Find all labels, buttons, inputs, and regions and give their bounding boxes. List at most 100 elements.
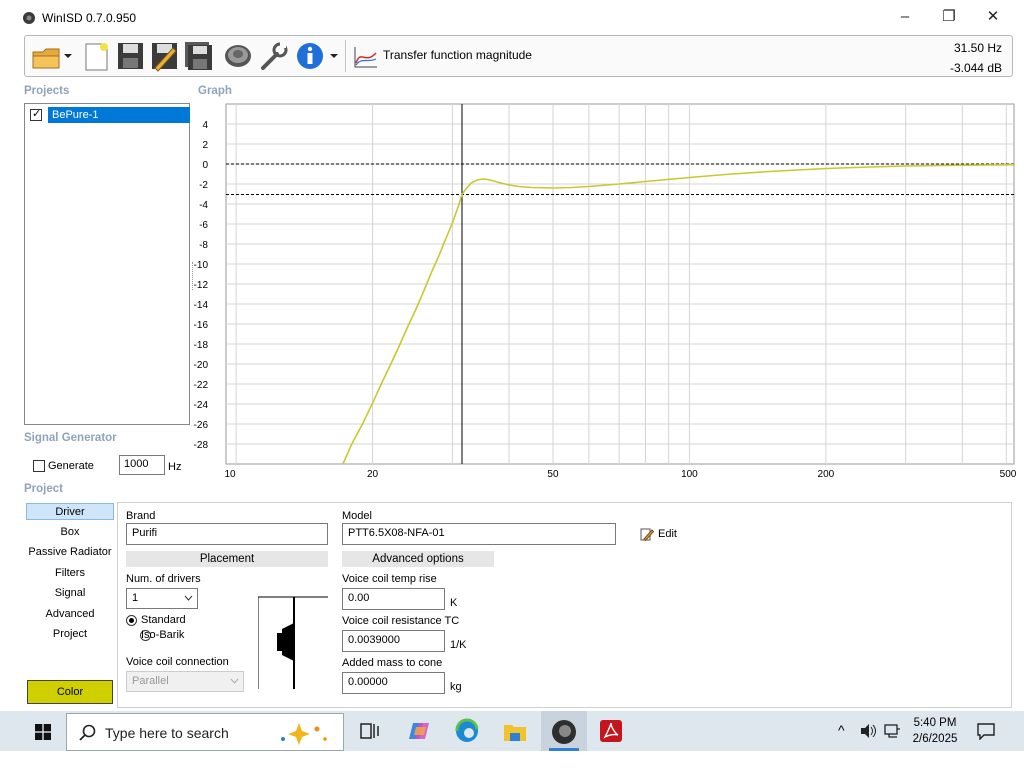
search-placeholder: Type here to search — [105, 725, 229, 741]
close-button[interactable]: ✕ — [977, 6, 1009, 28]
y-tick-label: -8 — [199, 240, 208, 251]
info-icon[interactable] — [295, 40, 325, 72]
chevron-down-icon — [184, 595, 193, 601]
added-mass-unit: kg — [450, 681, 462, 693]
network-icon[interactable] — [883, 723, 901, 739]
driver-placement-diagram — [258, 596, 328, 689]
y-tick-label: -14 — [194, 300, 208, 311]
edit-button[interactable]: Edit — [640, 526, 684, 544]
tab-passive-radiator[interactable]: Passive Radiator — [26, 544, 114, 561]
project-item-label[interactable]: BePure-1 — [48, 107, 190, 123]
standard-label: Standard — [141, 614, 186, 626]
tab-box[interactable]: Box — [26, 524, 114, 541]
volume-icon[interactable] — [859, 723, 877, 739]
model-field[interactable]: PTT6.5X08-NFA-01 — [342, 523, 616, 545]
vc-resistance-tc-input[interactable]: 0.0039000 — [342, 630, 445, 652]
brand-field[interactable]: Purifi — [126, 523, 328, 545]
y-tick-label: 0 — [202, 160, 208, 171]
new-document-icon[interactable] — [81, 40, 111, 72]
tab-advanced[interactable]: Advanced — [26, 606, 114, 623]
y-tick-label: -16 — [194, 320, 208, 331]
vc-temp-rise-input[interactable]: 0.00 — [342, 588, 445, 610]
speaker-icon[interactable] — [223, 40, 253, 72]
graph-icon[interactable] — [353, 45, 379, 69]
app-speaker-icon — [23, 12, 35, 24]
y-tick-label: -20 — [194, 360, 208, 371]
project-item[interactable]: BePure-1 — [28, 107, 190, 123]
clock-date: 2/6/2025 — [912, 733, 958, 745]
wrench-icon[interactable] — [259, 40, 289, 72]
window-title: WinISD 0.7.0.950 — [42, 11, 137, 25]
transfer-function-graph[interactable]: 420-2-4-6-8-10-12-14-16-18-20-22-24-26-2… — [194, 102, 1016, 480]
tab-project[interactable]: Project — [26, 626, 114, 643]
toolbar-separator — [345, 40, 346, 72]
chevron-down-icon[interactable] — [63, 51, 73, 61]
cursor-level-readout: -3.044 dB — [949, 61, 1002, 75]
brand-label: Brand — [126, 510, 156, 522]
search-highlight-icon — [281, 723, 327, 745]
projects-header: Projects — [24, 85, 70, 97]
save-all-icon[interactable] — [183, 40, 213, 72]
signal-generator-header: Signal Generator — [24, 432, 117, 444]
notification-icon[interactable] — [976, 722, 996, 740]
x-tick-label: 20 — [367, 469, 379, 480]
vc-connection-label: Voice coil connection — [126, 656, 229, 668]
edit-label: Edit — [658, 528, 677, 540]
save-icon[interactable] — [115, 40, 145, 72]
num-drivers-select[interactable]: 1 — [126, 588, 198, 609]
vc-temp-rise-label: Voice coil temp rise — [342, 573, 437, 585]
save-as-icon[interactable] — [149, 40, 179, 72]
winisd-taskbar-button[interactable] — [541, 711, 587, 751]
open-folder-icon[interactable] — [31, 40, 61, 72]
driver-panel: Brand Purifi Model PTT6.5X08-NFA-01 Edit… — [117, 502, 1012, 708]
generate-checkbox[interactable] — [33, 460, 45, 472]
y-tick-label: -22 — [194, 380, 208, 391]
chevron-up-icon[interactable]: ^ — [838, 722, 845, 738]
clock-time: 5:40 PM — [913, 717, 957, 729]
tab-filters[interactable]: Filters — [26, 565, 114, 582]
y-tick-label: -12 — [194, 280, 208, 291]
y-tick-label: -26 — [194, 420, 208, 431]
taskbar-search-box[interactable]: Type here to search — [66, 713, 344, 751]
minimize-button[interactable]: – — [889, 6, 921, 28]
cursor-frequency-readout: 31.50 Hz — [953, 41, 1002, 55]
screen-bottom-margin — [0, 751, 1024, 784]
x-tick-label: 10 — [224, 469, 236, 480]
acrobat-reader-icon[interactable] — [596, 717, 626, 745]
added-mass-input[interactable]: 0.00000 — [342, 672, 445, 694]
task-view-icon[interactable] — [355, 717, 385, 745]
edge-browser-icon[interactable] — [452, 717, 482, 745]
x-tick-label: 50 — [547, 469, 559, 480]
project-visible-checkbox[interactable] — [30, 107, 42, 121]
generate-label: Generate — [48, 460, 94, 472]
vc-resistance-tc-label: Voice coil resistance TC — [342, 615, 460, 627]
graph-selector[interactable]: Transfer function magnitude — [383, 48, 532, 62]
generator-frequency-input[interactable]: 1000 — [119, 455, 165, 475]
chevron-down-icon — [230, 678, 239, 684]
vc-temp-rise-unit: K — [450, 597, 458, 609]
y-tick-label: -24 — [194, 400, 208, 411]
y-tick-label: -28 — [194, 440, 208, 451]
standard-radio[interactable] — [126, 615, 137, 626]
graph-header: Graph — [198, 85, 232, 97]
y-axis-labels: 4 2 0 -2 -4 -6 -8 -10 -12 -14 -16 -18 -20 -22 -24 -26 -2… — [194, 120, 208, 451]
title-bar: WinISD 0.7.0.950 – ❐ ✕ — [0, 0, 1024, 34]
maximize-button[interactable]: ❐ — [933, 6, 965, 28]
windows-start-icon[interactable] — [35, 724, 51, 740]
copilot-icon[interactable] — [405, 717, 435, 745]
toolbar: Transfer function magnitude 31.50 Hz -3.… — [24, 35, 1013, 77]
file-explorer-icon[interactable] — [500, 717, 530, 745]
color-button[interactable]: Color — [27, 680, 113, 704]
vc-connection-select[interactable]: Parallel — [126, 671, 244, 692]
y-tick-label: 4 — [202, 120, 208, 131]
system-clock[interactable]: 5:40 PM 2/6/2025 — [900, 715, 970, 747]
chevron-down-icon[interactable] — [329, 51, 339, 61]
tab-signal[interactable]: Signal — [26, 585, 114, 602]
x-axis-labels: 10 20 50 100 200 500 — [224, 469, 1016, 480]
y-tick-label: -18 — [194, 340, 208, 351]
advanced-options-header: Advanced options — [342, 551, 494, 567]
tab-driver[interactable]: Driver — [26, 503, 114, 520]
y-tick-label: -6 — [199, 220, 208, 231]
taskbar: Type here to search ^ 5:40 PM 2/6/2025 — [0, 711, 1024, 751]
placement-header: Placement — [126, 551, 328, 567]
